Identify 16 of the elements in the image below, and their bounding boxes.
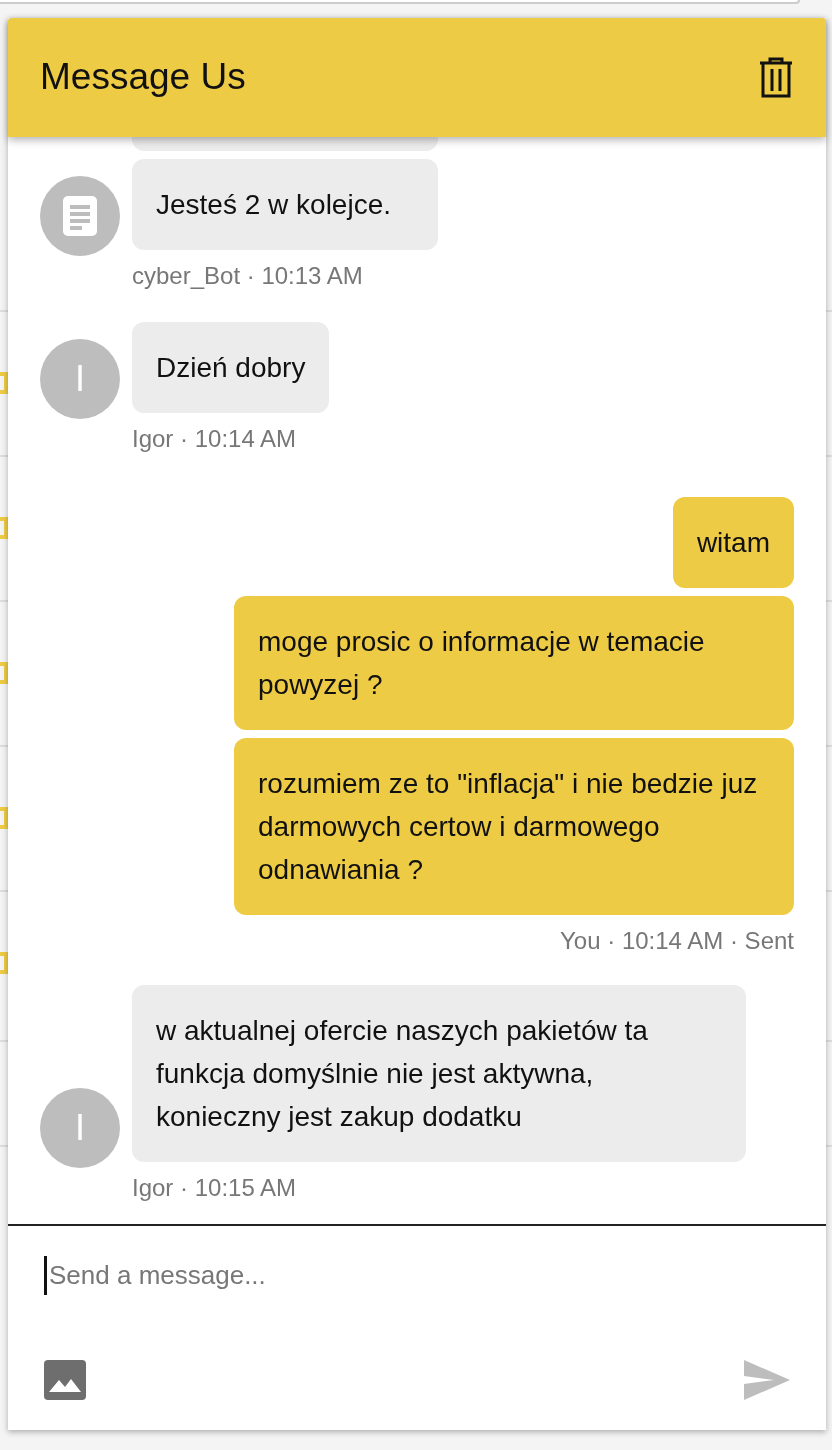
message-meta: Igor · 10:14 AM [132,424,298,454]
message-meta: cyber_Bot · 10:13 AM [132,261,364,291]
message-bubble: rozumiem ze to "inflacja" i nie bedzie juz darmowych certow i darmowego odnawiania ? [234,738,794,915]
message-bubble: moge prosic o informacje w temacie powyzej ? [234,596,794,730]
message-bubble: Dzień dobry [132,322,330,413]
message-bubble: witam [672,497,794,588]
avatar: I [40,339,120,419]
message-bubble: Jesteś 2 w kolejce. [132,159,438,250]
avatar: I [40,1088,120,1168]
delete-icon[interactable] [758,56,794,99]
image-icon[interactable] [44,1360,86,1400]
message-meta: Igor · 10:15 AM [132,1173,298,1203]
document-icon [63,196,97,236]
panel-title: Message Us [40,55,246,100]
message-bubble: w aktualnej ofercie naszych pakietów ta funkcja domyślnie nie jest aktywna, konieczny jest zakup dodatku [132,985,746,1162]
message-meta: You · 10:14 AM · Sent [560,926,794,956]
